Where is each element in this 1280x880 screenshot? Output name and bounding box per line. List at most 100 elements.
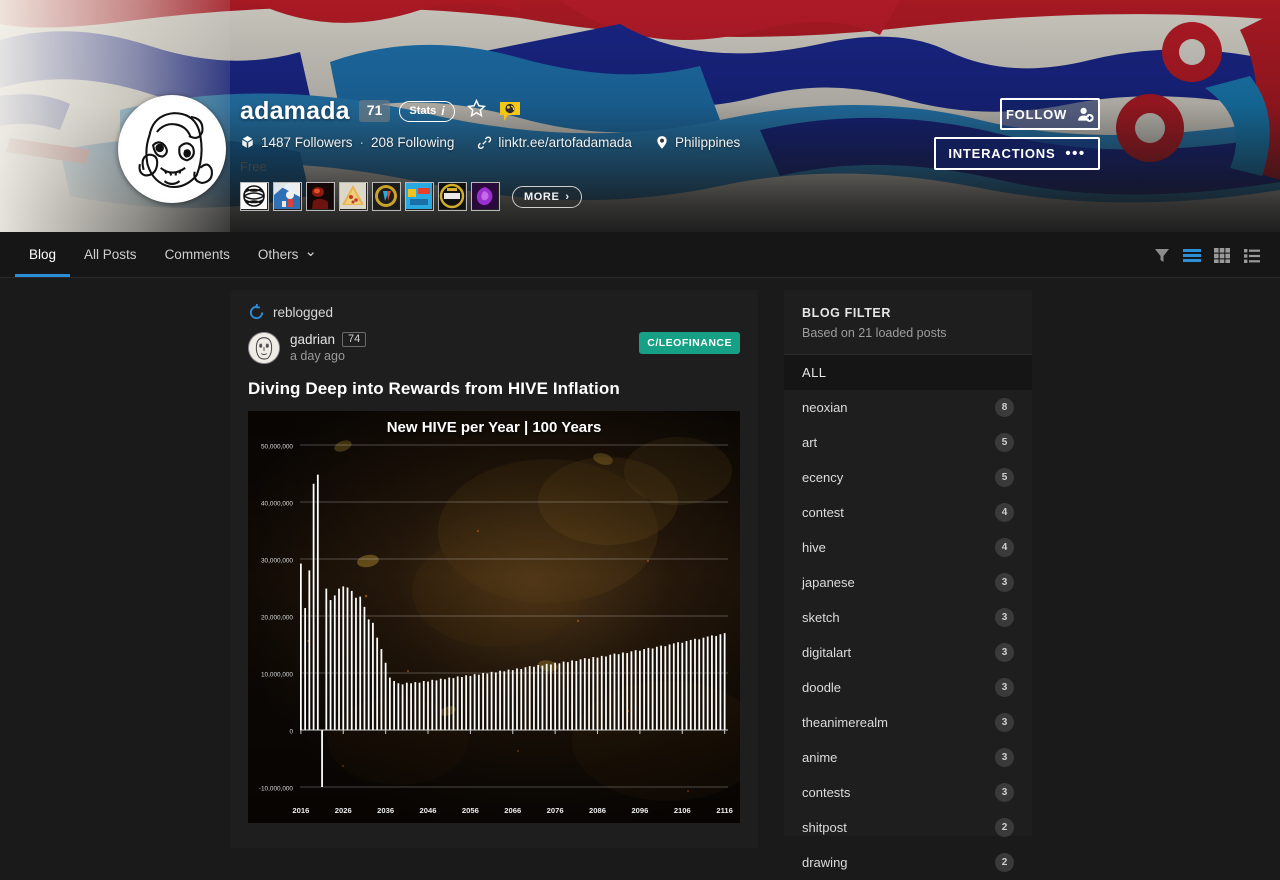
community-badge[interactable]: C/LEOFINANCE [639, 332, 740, 354]
filter-tag-item[interactable]: shitpost 2 [784, 810, 1032, 845]
filter-tag-count: 4 [995, 503, 1014, 522]
stats-button[interactable]: Stats i [399, 100, 455, 122]
more-label: MORE [524, 190, 560, 203]
filter-tag-item[interactable]: doodle 3 [784, 670, 1032, 705]
filter-tag-item[interactable]: art 5 [784, 425, 1032, 460]
tab-all-posts[interactable]: All Posts [70, 232, 151, 277]
svg-text:40,000,000: 40,000,000 [261, 500, 293, 507]
post-title[interactable]: Diving Deep into Rewards from HIVE Infla… [248, 379, 740, 399]
badge-blue-game-icon[interactable] [405, 182, 434, 211]
star-icon[interactable] [466, 98, 487, 124]
filter-tag-item[interactable]: japanese 3 [784, 565, 1032, 600]
filter-tag-item[interactable]: drawing 2 [784, 845, 1032, 880]
more-badges-button[interactable]: MORE › [512, 185, 582, 208]
profile-link: linktr.ee/artofadamada [498, 135, 632, 150]
profile-location: Philippines [674, 135, 741, 150]
svg-text:2026: 2026 [335, 806, 352, 815]
post-feed: reblogged gadrian 74 a day ago C/LEOFINA… [230, 290, 758, 848]
badge-astronaut-icon[interactable] [273, 182, 302, 211]
compact-list-view-icon[interactable] [1242, 245, 1262, 265]
badge-black-gold-icon[interactable] [438, 182, 467, 211]
tab-label-all-posts: All Posts [84, 247, 137, 262]
badge-purple-gem-icon[interactable] [471, 182, 500, 211]
filter-tag-count: 5 [995, 433, 1014, 452]
left-gutter [0, 278, 230, 836]
filter-tag-count: 2 [995, 853, 1014, 872]
reputation-badge: 71 [358, 100, 391, 122]
badge-sphere-icon[interactable] [240, 182, 269, 211]
filter-tag-item[interactable]: neoxian 8 [784, 390, 1032, 425]
tab-label-blog: Blog [29, 247, 57, 262]
profile-cover: adamada 71 Stats i 1487 Followers · 208 … [0, 0, 1280, 232]
speech-bubble-badge-icon[interactable] [499, 101, 521, 121]
page-content: reblogged gadrian 74 a day ago C/LEOFINA… [0, 278, 1280, 872]
blog-filter-panel: BLOG FILTER Based on 21 loaded posts ALL… [784, 290, 1032, 872]
middle-gutter [758, 278, 784, 836]
filter-tag-item[interactable]: digitalart 3 [784, 635, 1032, 670]
svg-text:2106: 2106 [674, 806, 691, 815]
badge-gold-circle-icon[interactable] [372, 182, 401, 211]
list-view-icon[interactable] [1182, 245, 1202, 265]
profile-link-group[interactable]: linktr.ee/artofadamada [477, 135, 632, 150]
filter-tag-count: 2 [995, 818, 1014, 837]
author-avatar-icon [249, 333, 279, 363]
svg-text:2066: 2066 [504, 806, 521, 815]
hive-followers-icon [242, 135, 253, 148]
followers-group[interactable]: 1487 Followers [240, 135, 353, 150]
svg-text:0: 0 [289, 728, 293, 735]
link-icon [478, 136, 492, 149]
svg-text:50,000,000: 50,000,000 [261, 443, 293, 450]
filter-tag-count: 3 [995, 713, 1014, 732]
svg-text:20,000,000: 20,000,000 [261, 614, 293, 621]
tab-comments[interactable]: Comments [151, 232, 244, 277]
follow-label: FOLLOW [1005, 106, 1068, 122]
profile-nav-bar: Blog All Posts Comments Others ⌄ [0, 232, 1280, 278]
filter-tag-item[interactable]: sketch 3 [784, 600, 1032, 635]
filter-tag-count: 5 [995, 468, 1014, 487]
svg-text:2116: 2116 [716, 806, 732, 815]
following-count[interactable]: 208 Following [371, 135, 454, 150]
svg-text:2056: 2056 [462, 806, 479, 815]
post-card[interactable]: reblogged gadrian 74 a day ago C/LEOFINA… [230, 290, 758, 823]
add-user-icon [1078, 107, 1094, 122]
filter-funnel-icon[interactable] [1152, 245, 1172, 265]
filter-tag-count: 3 [995, 573, 1014, 592]
avatar[interactable] [118, 95, 226, 203]
filter-tag-label: anime [802, 750, 838, 765]
tab-others[interactable]: Others ⌄ [244, 232, 331, 277]
badge-pizza-icon[interactable] [339, 182, 368, 211]
filter-tag-item[interactable]: contests 3 [784, 775, 1032, 810]
svg-text:2086: 2086 [589, 806, 606, 815]
svg-text:2046: 2046 [420, 806, 437, 815]
sidebar-item-blog[interactable]: Blog [15, 232, 71, 277]
filter-tag-label: contest [802, 505, 844, 520]
author-avatar[interactable] [248, 332, 280, 364]
profile-name-row: adamada 71 Stats i [240, 96, 740, 126]
location-group: Philippines [655, 135, 740, 150]
badge-dark-red-icon[interactable] [306, 182, 335, 211]
filter-tag-item[interactable]: contest 4 [784, 495, 1032, 530]
post-chart-image[interactable]: New HIVE per Year | 100 Years 50,000,000… [248, 411, 740, 823]
filter-tag-label: contests [802, 785, 851, 800]
filter-tag-item[interactable]: ecency 5 [784, 460, 1032, 495]
chevron-right-icon: › [565, 190, 570, 203]
filter-tag-count: 3 [995, 678, 1014, 697]
follow-button[interactable]: FOLLOW [1000, 98, 1100, 130]
profile-info: adamada 71 Stats i 1487 Followers · 208 … [240, 96, 740, 211]
interactions-button[interactable]: INTERACTIONS ••• [934, 137, 1100, 170]
chevron-down-icon: ⌄ [304, 242, 317, 260]
blog-filter-subtitle: Based on 21 loaded posts [802, 326, 947, 340]
filter-tag-count: 4 [995, 538, 1014, 557]
chart-plot: 50,000,000 40,000,000 30,000,000 20,000,000… [259, 443, 733, 815]
filter-tag-item[interactable]: anime 3 [784, 740, 1032, 775]
filter-tag-item[interactable]: hive 4 [784, 530, 1032, 565]
nav-tabs: Blog All Posts Comments Others ⌄ [0, 232, 331, 277]
author-name[interactable]: gadrian [290, 332, 335, 347]
grid-view-icon[interactable] [1212, 245, 1232, 265]
filter-tag-label: hive [802, 540, 826, 555]
filter-item-all[interactable]: ALL [784, 355, 1032, 390]
filter-tag-label: digitalart [802, 645, 852, 660]
info-icon: i [441, 103, 445, 118]
filter-tag-item[interactable]: theanimerealm 3 [784, 705, 1032, 740]
filter-tag-count: 3 [995, 783, 1014, 802]
